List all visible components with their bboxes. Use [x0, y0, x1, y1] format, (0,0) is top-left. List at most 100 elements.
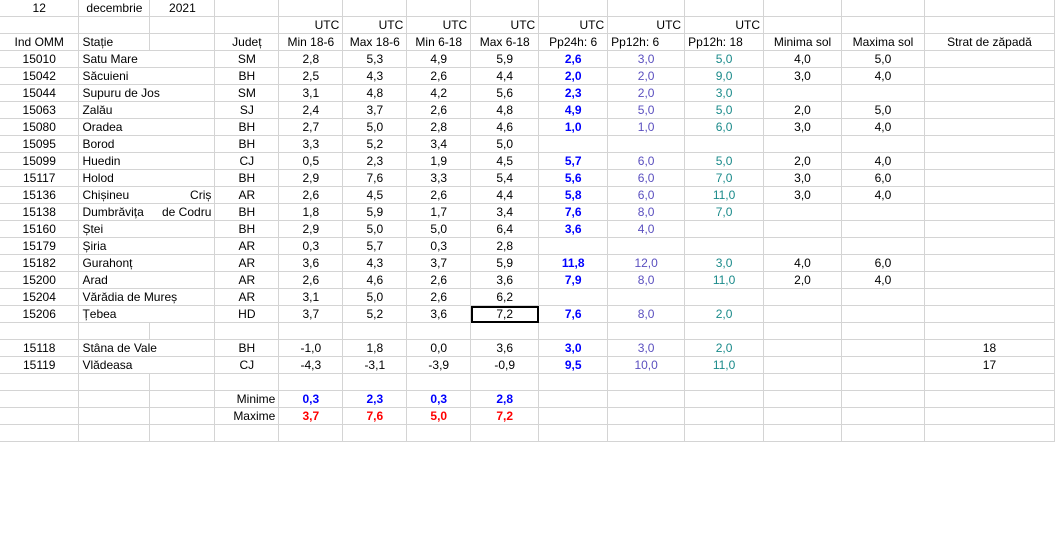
cell-statie[interactable]: Gurahonț: [78, 254, 216, 272]
cell-pp24h-6[interactable]: 2,6: [538, 50, 609, 68]
cell-min-6-18[interactable]: 1,7: [406, 203, 472, 221]
cell-empty[interactable]: [538, 373, 609, 391]
cell-empty[interactable]: [538, 424, 609, 442]
cell-min-18-6[interactable]: 3,6: [278, 254, 344, 272]
cell-maxima-sol[interactable]: [841, 135, 925, 153]
cell-pp24h-6[interactable]: 3,0: [538, 339, 609, 357]
cell-empty[interactable]: [214, 322, 280, 340]
cell-maxima-sol[interactable]: [841, 288, 925, 306]
cell-statie[interactable]: Satu Mare: [78, 50, 216, 68]
cell-pp12h-18[interactable]: 11,0: [684, 271, 765, 289]
cell-year[interactable]: 2021: [149, 0, 216, 17]
cell-minima-sol[interactable]: [763, 220, 842, 238]
cell-empty[interactable]: [342, 322, 408, 340]
cell-maxima-sol[interactable]: [841, 356, 925, 374]
cell-min-6-18[interactable]: 0,3: [406, 237, 472, 255]
cell-ind-omm[interactable]: 15044: [0, 84, 80, 102]
cell-empty[interactable]: [342, 424, 408, 442]
cell-pp12h-6[interactable]: 8,0: [607, 203, 686, 221]
cell-min-6-18[interactable]: 2,6: [406, 271, 472, 289]
cell-judet[interactable]: BH: [214, 220, 280, 238]
cell-strat-zapada[interactable]: [924, 50, 1055, 68]
cell-empty[interactable]: [470, 322, 540, 340]
cell-max-6-18[interactable]: 4,6: [470, 118, 540, 136]
cell-pp12h-6[interactable]: 1,0: [607, 118, 686, 136]
summary-label[interactable]: Maxime: [214, 407, 280, 425]
cell-min-18-6[interactable]: 2,8: [278, 50, 344, 68]
cell-max-6-18[interactable]: 3,6: [470, 339, 540, 357]
cell-pp12h-6[interactable]: 12,0: [607, 254, 686, 272]
cell-min-18-6[interactable]: 2,6: [278, 271, 344, 289]
cell-judet[interactable]: CJ: [214, 356, 280, 374]
cell-pp12h-18[interactable]: [684, 220, 765, 238]
cell-minima-sol[interactable]: [763, 203, 842, 221]
cell-empty[interactable]: [149, 16, 216, 34]
cell-maxima-sol[interactable]: [841, 305, 925, 323]
cell-minima-sol[interactable]: 2,0: [763, 271, 842, 289]
cell-ind-omm[interactable]: 15010: [0, 50, 80, 68]
cell-min-18-6[interactable]: 3,1: [278, 288, 344, 306]
cell-pp12h-6[interactable]: 6,0: [607, 169, 686, 187]
cell-max-18-6[interactable]: 2,3: [342, 152, 408, 170]
cell-empty[interactable]: [78, 424, 151, 442]
cell-statie[interactable]: Holod: [78, 169, 216, 187]
cell-minima-sol[interactable]: 4,0: [763, 254, 842, 272]
cell-empty[interactable]: [684, 424, 765, 442]
col-header-maxima-sol[interactable]: Maxima sol: [841, 33, 925, 51]
cell-minima-sol[interactable]: 3,0: [763, 67, 842, 85]
cell-strat-zapada[interactable]: [924, 237, 1055, 255]
cell-empty[interactable]: [841, 0, 925, 17]
cell-judet[interactable]: AR: [214, 288, 280, 306]
cell-empty[interactable]: [841, 373, 925, 391]
cell-min-6-18[interactable]: 2,6: [406, 288, 472, 306]
cell-pp12h-18[interactable]: 9,0: [684, 67, 765, 85]
cell-strat-zapada[interactable]: 18: [924, 339, 1055, 357]
summary-label[interactable]: Minime: [214, 390, 280, 408]
cell-pp24h-6[interactable]: 9,5: [538, 356, 609, 374]
cell-min-18-6[interactable]: -1,0: [278, 339, 344, 357]
cell-pp12h-6[interactable]: 2,0: [607, 84, 686, 102]
col-header-strat-zapada[interactable]: Strat de zăpadă: [924, 33, 1055, 51]
cell-empty[interactable]: [214, 0, 280, 17]
cell-empty[interactable]: [924, 407, 1055, 425]
cell-empty[interactable]: [149, 424, 216, 442]
cell-minima-sol[interactable]: [763, 135, 842, 153]
cell-judet[interactable]: AR: [214, 254, 280, 272]
cell-pp12h-6[interactable]: [607, 288, 686, 306]
cell-max-6-18[interactable]: 4,4: [470, 186, 540, 204]
cell-pp12h-6[interactable]: 5,0: [607, 101, 686, 119]
cell-max-18-6[interactable]: 1,8: [342, 339, 408, 357]
cell-empty[interactable]: [406, 373, 472, 391]
cell-empty[interactable]: [607, 390, 686, 408]
cell-empty[interactable]: [406, 424, 472, 442]
cell-min-6-18[interactable]: 2,6: [406, 101, 472, 119]
cell-statie[interactable]: Borod: [78, 135, 216, 153]
cell-empty[interactable]: [78, 407, 151, 425]
grid-body[interactable]: 12 decembrie 2021 UTC UTC UTC UTC UTC UT…: [0, 0, 1055, 442]
cell-statie[interactable]: Stâna de Vale: [78, 339, 216, 357]
cell-min-18-6[interactable]: 2,4: [278, 101, 344, 119]
cell-empty[interactable]: [684, 373, 765, 391]
cell-min-6-18[interactable]: 3,7: [406, 254, 472, 272]
cell-min-18-6[interactable]: 0,3: [278, 237, 344, 255]
cell-max-18-6[interactable]: 4,3: [342, 67, 408, 85]
cell-empty[interactable]: [763, 0, 842, 17]
cell-strat-zapada[interactable]: [924, 84, 1055, 102]
cell-max-6-18[interactable]: 6,2: [470, 288, 540, 306]
cell-maxima-sol[interactable]: 4,0: [841, 152, 925, 170]
cell-max-6-18[interactable]: 7,2: [470, 305, 540, 323]
cell-empty[interactable]: [149, 373, 216, 391]
cell-min-6-18[interactable]: 4,2: [406, 84, 472, 102]
cell-minima-sol[interactable]: [763, 237, 842, 255]
cell-statie[interactable]: Țebea: [78, 305, 216, 323]
cell-maxima-sol[interactable]: 4,0: [841, 118, 925, 136]
cell-max-18-6[interactable]: 4,6: [342, 271, 408, 289]
cell-pp24h-6[interactable]: 1,0: [538, 118, 609, 136]
cell-ind-omm[interactable]: 15136: [0, 186, 80, 204]
cell-statie[interactable]: Huedin: [78, 152, 216, 170]
cell-pp24h-6[interactable]: 5,7: [538, 152, 609, 170]
cell-empty[interactable]: [278, 0, 344, 17]
cell-max-18-6[interactable]: 5,2: [342, 305, 408, 323]
cell-strat-zapada[interactable]: [924, 186, 1055, 204]
cell-judet[interactable]: BH: [214, 118, 280, 136]
